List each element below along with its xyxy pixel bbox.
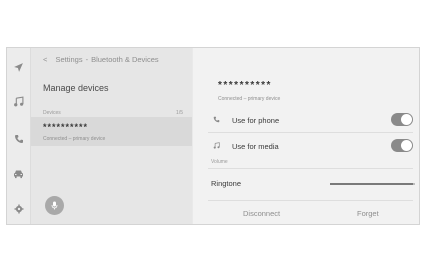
devices-count: 1/5 bbox=[176, 110, 183, 116]
disconnect-button[interactable]: Disconnect bbox=[243, 209, 280, 218]
phone-icon bbox=[213, 116, 220, 125]
device-name: ********** bbox=[43, 122, 89, 132]
breadcrumb-current: Bluetooth & Devices bbox=[91, 55, 159, 64]
phone-icon[interactable] bbox=[7, 130, 30, 148]
divider bbox=[208, 168, 413, 169]
detail-device-status: Connected – primary device bbox=[218, 96, 281, 102]
devices-header: Devices 1/5 bbox=[43, 110, 183, 116]
back-button[interactable]: < bbox=[43, 55, 47, 64]
voice-button[interactable] bbox=[45, 196, 64, 215]
navigation-icon[interactable] bbox=[7, 58, 30, 76]
ringtone-volume-fill bbox=[330, 183, 414, 185]
volume-label: Volume bbox=[211, 159, 228, 165]
use-for-phone-label: Use for phone bbox=[232, 116, 280, 125]
forget-button[interactable]: Forget bbox=[357, 209, 379, 218]
device-status: Connected – primary device bbox=[43, 136, 106, 142]
toggle-knob bbox=[401, 114, 412, 125]
device-list-item[interactable]: ********** Connected – primary device bbox=[31, 117, 192, 146]
music-icon[interactable] bbox=[7, 92, 30, 110]
use-for-media-label: Use for media bbox=[232, 142, 279, 151]
divider bbox=[208, 200, 413, 201]
settings-icon[interactable] bbox=[7, 200, 30, 218]
devices-label: Devices bbox=[43, 110, 61, 116]
car-icon[interactable] bbox=[7, 165, 30, 183]
page-title: Manage devices bbox=[43, 83, 109, 93]
toggle-knob bbox=[401, 140, 412, 151]
breadcrumb: < Settings - Bluetooth & Devices bbox=[43, 55, 159, 64]
ringtone-volume-slider[interactable] bbox=[330, 183, 415, 185]
ringtone-label: Ringtone bbox=[211, 179, 242, 188]
use-for-phone-option[interactable]: Use for phone bbox=[208, 113, 413, 131]
use-for-media-toggle[interactable] bbox=[391, 139, 413, 152]
infotainment-screen: < Settings - Bluetooth & Devices Manage de… bbox=[6, 47, 420, 225]
detail-device-name: ********** bbox=[218, 80, 272, 91]
divider bbox=[208, 132, 413, 133]
use-for-media-option[interactable]: Use for media bbox=[208, 139, 413, 157]
device-detail-panel: ********** Connected – primary device Us… bbox=[193, 48, 419, 224]
music-note-icon bbox=[213, 142, 220, 151]
device-list-panel: < Settings - Bluetooth & Devices Manage de… bbox=[31, 48, 192, 224]
breadcrumb-settings[interactable]: Settings bbox=[55, 55, 82, 64]
breadcrumb-separator: - bbox=[85, 55, 89, 64]
side-rail bbox=[7, 48, 31, 224]
microphone-icon bbox=[51, 201, 58, 210]
use-for-phone-toggle[interactable] bbox=[391, 113, 413, 126]
